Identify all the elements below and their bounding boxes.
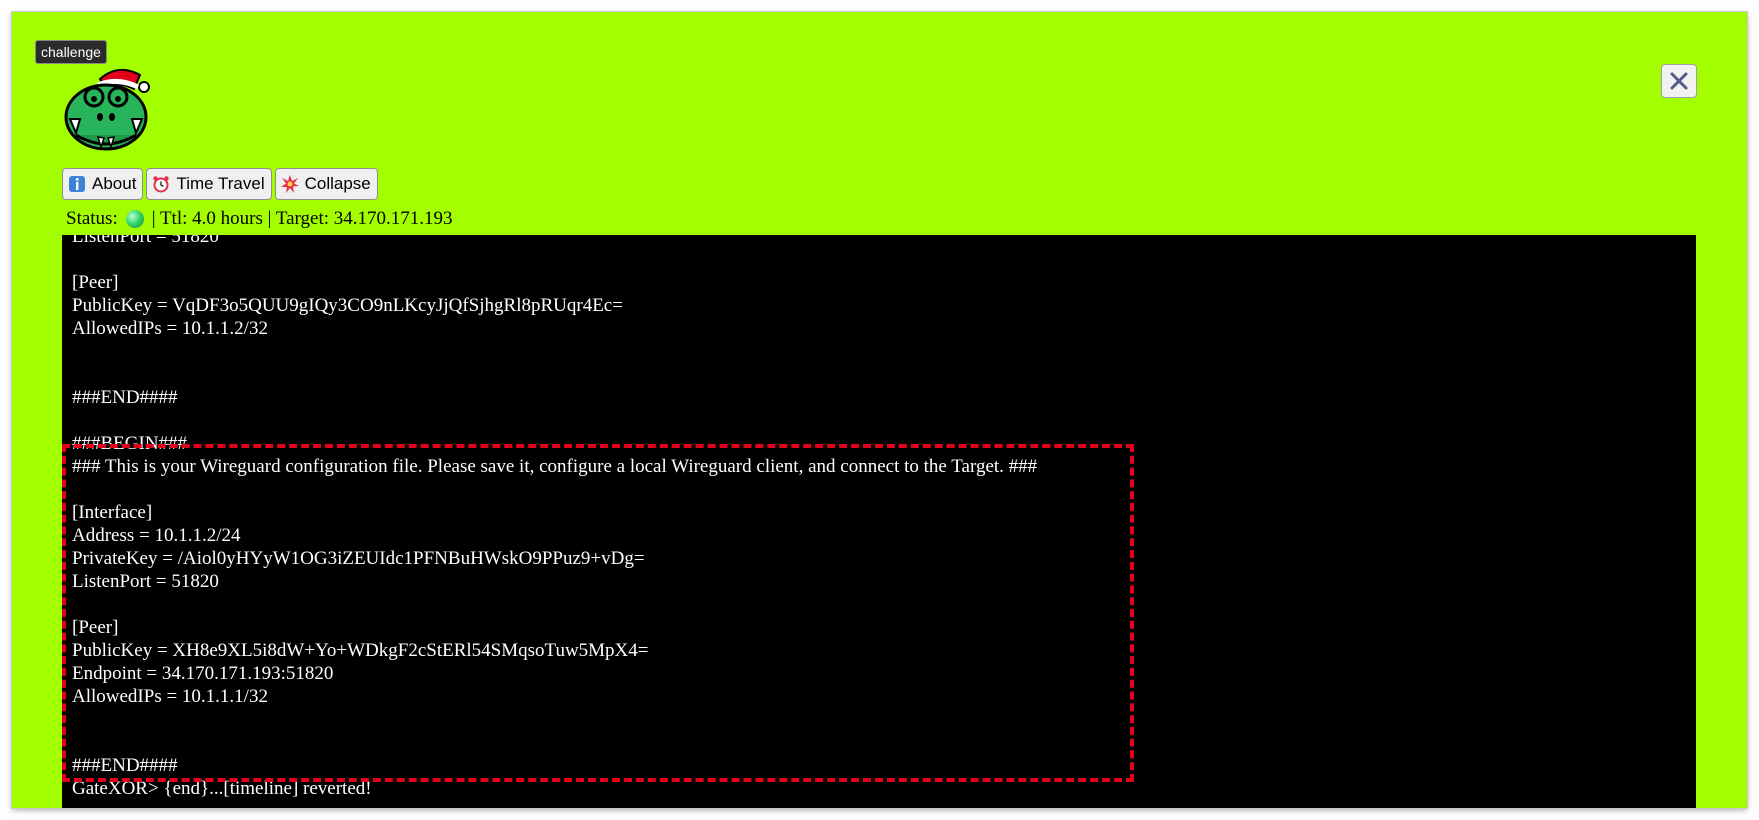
- terminal-line: Address = 10.1.1.2/24: [72, 525, 241, 546]
- terminal-line: AllowedIPs = 10.1.1.2/32: [72, 318, 268, 339]
- app-window: challenge About Time Travel Collapse Sta…: [12, 12, 1747, 808]
- time-travel-button[interactable]: Time Travel: [146, 168, 272, 200]
- close-button[interactable]: [1661, 64, 1697, 98]
- terminal-line: AllowedIPs = 10.1.1.1/32: [72, 686, 268, 707]
- collapse-label: Collapse: [304, 174, 371, 193]
- explosion-icon: [280, 174, 300, 194]
- close-icon: [1670, 72, 1688, 90]
- terminal-prompt-line: GateXOR> {end}...[timeline] reverted!: [72, 778, 372, 799]
- time-travel-label: Time Travel: [176, 174, 265, 193]
- terminal-line: ###BEGIN###: [72, 433, 188, 454]
- alarm-clock-icon: [151, 174, 171, 194]
- gator-santa-logo: [64, 68, 150, 151]
- terminal-line: ### This is your Wireguard configuration…: [72, 456, 1038, 477]
- terminal-output[interactable]: ListenPort = 51820 [Peer] PublicKey = Vq…: [62, 235, 1696, 808]
- status-details: | Ttl: 4.0 hours | Target: 34.170.171.19…: [151, 208, 453, 229]
- terminal-line: Endpoint = 34.170.171.193:51820: [72, 663, 334, 684]
- status-label: Status:: [66, 208, 118, 229]
- terminal-line: ListenPort = 51820: [72, 235, 219, 247]
- terminal-line: ###END####: [72, 387, 178, 408]
- terminal-line: ListenPort = 51820: [72, 571, 219, 592]
- status-orb-icon: [125, 210, 144, 228]
- terminal-line: PublicKey = VqDF3o5QUU9gIQy3CO9nLKcyJjQf…: [72, 295, 623, 316]
- terminal-line: ###END####: [72, 755, 178, 776]
- collapse-button[interactable]: Collapse: [274, 168, 378, 200]
- about-button[interactable]: About: [62, 168, 144, 200]
- toolbar: About Time Travel Collapse: [62, 168, 378, 200]
- status-bar: Status: | Ttl: 4.0 hours | Target: 34.17…: [66, 208, 453, 230]
- about-label: About: [92, 174, 137, 193]
- terminal-line: PrivateKey = /Aiol0yHYyW1OG3iZEUIdc1PFNB…: [72, 548, 645, 569]
- info-icon: [67, 174, 87, 194]
- terminal-line: PublicKey = XH8e9XL5i8dW+Yo+WDkgF2cStERl…: [72, 640, 649, 661]
- terminal-line: [Interface]: [72, 502, 153, 523]
- terminal-line: [Peer]: [72, 617, 119, 638]
- terminal-line: [Peer]: [72, 272, 119, 293]
